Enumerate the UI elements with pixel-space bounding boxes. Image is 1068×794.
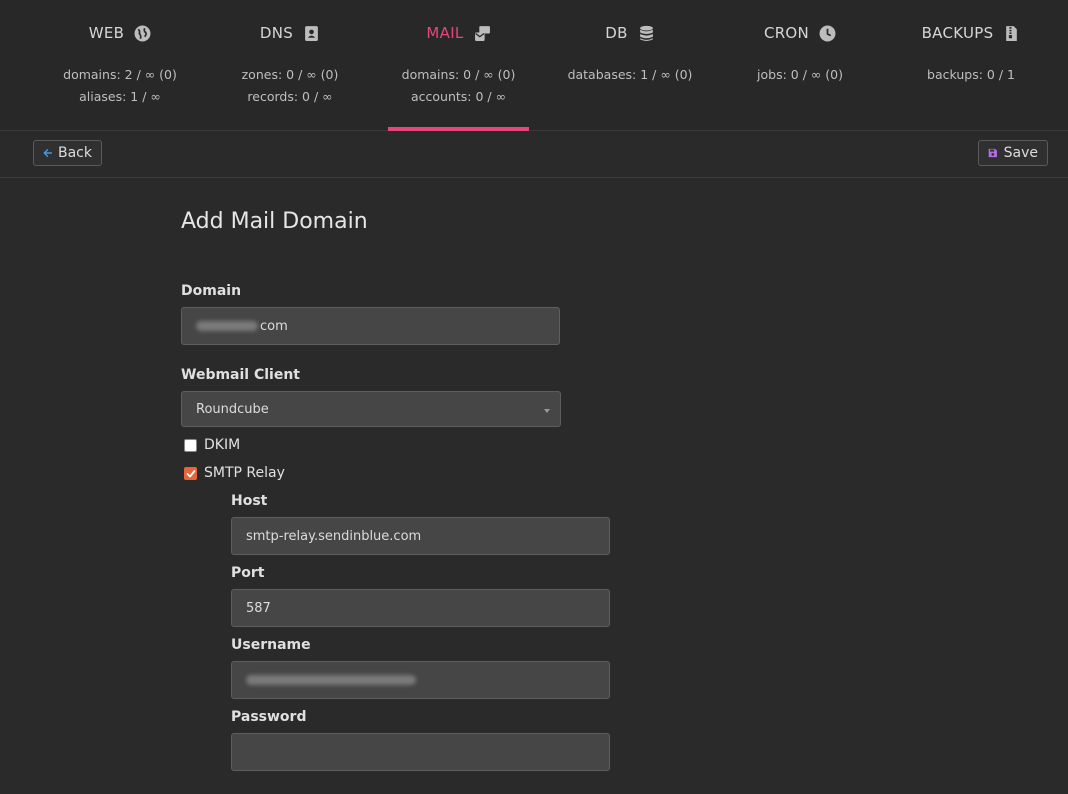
stat-db-title: DB — [605, 24, 628, 42]
username-redacted — [246, 675, 416, 685]
check-icon — [186, 470, 196, 478]
file-archive-icon — [1006, 25, 1018, 41]
port-label: Port — [231, 565, 265, 581]
host-value: smtp-relay.sendinblue.com — [246, 528, 422, 544]
toolbar: Back Save — [0, 131, 1068, 178]
password-input[interactable] — [231, 733, 610, 771]
stat-mail[interactable]: MAIL domains: 0 / ∞ (0) accounts: 0 / ∞ — [388, 0, 529, 131]
back-button[interactable]: Back — [33, 140, 102, 166]
dkim-checkbox[interactable] — [184, 439, 197, 452]
address-book-icon — [305, 25, 318, 41]
floppy-disk-icon — [988, 148, 997, 158]
stat-cron-title: CRON — [763, 24, 810, 42]
stat-dns-line-1: zones: 0 / ∞ (0) — [241, 67, 339, 82]
webmail-client-select[interactable]: Roundcube — [181, 391, 561, 427]
domain-input[interactable]: com — [181, 307, 560, 345]
stat-web-title: WEB — [88, 24, 125, 42]
stat-backups[interactable]: BACKUPS backups: 0 / 1 — [900, 0, 1042, 131]
stat-dns[interactable]: DNS zones: 0 / ∞ (0) records: 0 / ∞ — [220, 0, 360, 131]
host-input[interactable]: smtp-relay.sendinblue.com — [231, 517, 610, 555]
arrow-left-icon — [43, 149, 52, 157]
page-title: Add Mail Domain — [181, 209, 368, 234]
stat-db[interactable]: DB databases: 1 / ∞ (0) — [560, 0, 700, 131]
domain-value-suffix: com — [260, 318, 288, 334]
stat-mail-line-2: accounts: 0 / ∞ — [410, 89, 507, 104]
stat-mail-title: MAIL — [426, 24, 464, 42]
stat-cron-line-1: jobs: 0 / ∞ (0) — [757, 67, 843, 82]
stat-dns-line-2: records: 0 / ∞ — [247, 89, 333, 104]
host-label: Host — [231, 493, 268, 509]
stats-bar: WEB domains: 2 / ∞ (0) aliases: 1 / ∞ DN… — [0, 0, 1068, 131]
clock-icon — [819, 25, 836, 41]
port-value: 587 — [246, 600, 271, 616]
username-label: Username — [231, 637, 311, 653]
stat-backups-title: BACKUPS — [921, 24, 994, 42]
stat-cron[interactable]: CRON jobs: 0 / ∞ (0) — [730, 0, 870, 131]
mail-bulk-icon — [474, 25, 490, 41]
dkim-label[interactable]: DKIM — [204, 437, 240, 453]
stat-dns-title: DNS — [259, 24, 294, 42]
database-icon — [639, 25, 653, 41]
webmail-client-label: Webmail Client — [181, 367, 300, 383]
port-input[interactable]: 587 — [231, 589, 610, 627]
globe-icon — [134, 25, 151, 41]
password-label: Password — [231, 709, 307, 725]
smtp-relay-label[interactable]: SMTP Relay — [204, 465, 285, 481]
save-button-label: Save — [1003, 145, 1038, 161]
chevron-down-icon — [544, 409, 550, 413]
domain-redacted — [196, 321, 258, 331]
stat-backups-line-1: backups: 0 / 1 — [927, 67, 1015, 82]
stat-web[interactable]: WEB domains: 2 / ∞ (0) aliases: 1 / ∞ — [50, 0, 190, 131]
stat-db-line-1: databases: 1 / ∞ (0) — [567, 67, 693, 82]
stat-mail-line-1: domains: 0 / ∞ (0) — [401, 67, 516, 82]
save-button[interactable]: Save — [978, 140, 1048, 166]
domain-label: Domain — [181, 283, 242, 299]
back-button-label: Back — [58, 145, 92, 161]
stat-web-line-2: aliases: 1 / ∞ — [79, 89, 161, 104]
stat-web-line-1: domains: 2 / ∞ (0) — [63, 67, 177, 82]
username-input[interactable] — [231, 661, 610, 699]
webmail-client-value: Roundcube — [196, 401, 269, 417]
smtp-relay-checkbox[interactable] — [184, 467, 197, 480]
